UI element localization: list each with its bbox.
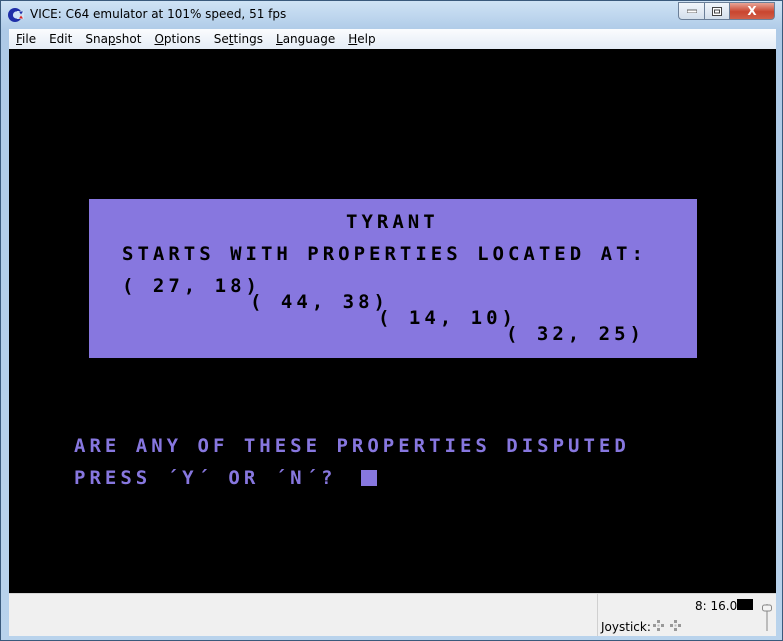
minimize-button[interactable]: [678, 2, 705, 20]
joystick-port1-icon: [653, 620, 664, 631]
status-divider: [597, 594, 598, 636]
close-button[interactable]: X: [730, 2, 775, 20]
text-cursor: [361, 470, 377, 486]
title-bar[interactable]: VICE: C64 emulator at 101% speed, 51 fps…: [1, 1, 782, 29]
status-bar: Joystick: 8: 16.0: [9, 593, 776, 636]
minimize-icon: [686, 9, 697, 13]
menu-bar: File Edit Snapshot Options Settings Lang…: [9, 29, 776, 49]
vice-window: VICE: C64 emulator at 101% speed, 51 fps…: [0, 0, 783, 641]
panel-title: TYRANT: [346, 211, 439, 233]
menu-edit[interactable]: Edit: [42, 29, 78, 49]
panel-subtitle: STARTS WITH PROPERTIES LOCATED AT:: [122, 243, 647, 265]
maximize-icon: [712, 6, 722, 16]
joystick-port2-icon: [670, 620, 681, 631]
coordinate-2: ( 44, 38): [250, 291, 389, 313]
menu-snapshot[interactable]: Snapshot: [78, 29, 147, 49]
menu-help[interactable]: Help: [341, 29, 381, 49]
menu-language[interactable]: Language: [269, 29, 341, 49]
info-panel: TYRANT STARTS WITH PROPERTIES LOCATED AT…: [89, 199, 697, 358]
menu-options[interactable]: Options: [147, 29, 206, 49]
commodore-logo-icon: [8, 8, 24, 22]
coordinate-1: ( 27, 18): [122, 275, 261, 297]
coordinate-4: ( 32, 25): [506, 323, 645, 345]
menu-settings[interactable]: Settings: [207, 29, 269, 49]
close-icon: X: [747, 4, 757, 18]
maximize-button[interactable]: [705, 2, 730, 20]
prompt-press-key: PRESS ´Y´ OR ´N´?: [74, 467, 352, 489]
emulator-screen[interactable]: TYRANT STARTS WITH PROPERTIES LOCATED AT…: [9, 49, 776, 593]
coordinate-3: ( 14, 10): [378, 307, 517, 329]
menu-file[interactable]: File: [9, 29, 42, 49]
volume-slider[interactable]: [761, 600, 773, 632]
prompt-question: ARE ANY OF THESE PROPERTIES DISPUTED: [74, 435, 630, 457]
drive-led-indicator: [737, 599, 753, 610]
drive-track-readout: 8: 16.0: [695, 599, 738, 613]
window-title: VICE: C64 emulator at 101% speed, 51 fps: [30, 7, 287, 21]
joystick-label: Joystick:: [601, 620, 651, 634]
